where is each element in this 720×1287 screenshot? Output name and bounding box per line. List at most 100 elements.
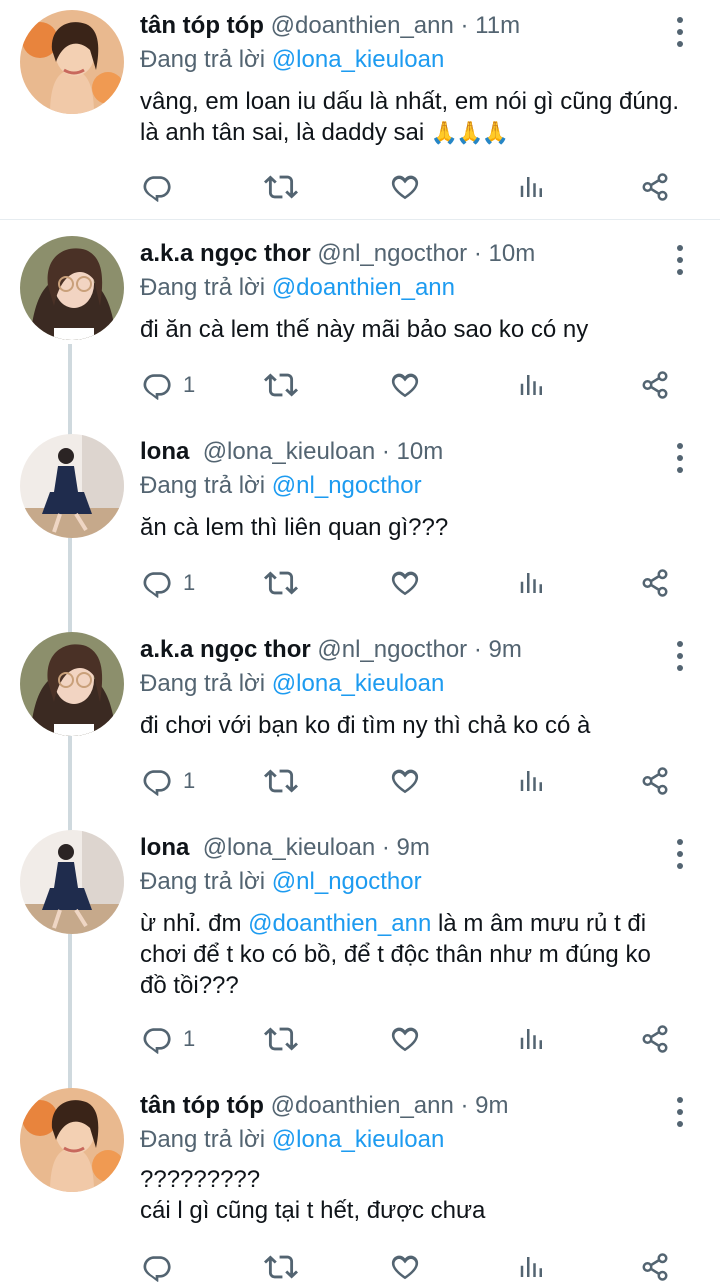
tweet-text: đi ăn cà lem thế này mãi bảo sao ko có n…	[140, 314, 680, 345]
views-icon	[516, 370, 546, 400]
views-button[interactable]	[516, 1019, 546, 1059]
retweet-button[interactable]	[264, 1247, 298, 1287]
handle[interactable]: @doanthien_ann	[271, 12, 454, 39]
emoji: 🙏🙏🙏	[430, 121, 509, 146]
timestamp[interactable]: 10m	[397, 438, 444, 465]
mention-link[interactable]: @lona_kieuloan	[272, 46, 445, 73]
more-icon[interactable]	[668, 240, 692, 280]
handle[interactable]: @nl_ngocthor	[317, 636, 467, 663]
retweet-icon	[264, 170, 298, 204]
mention-link[interactable]: @nl_ngocthor	[272, 472, 422, 499]
reply-button[interactable]	[141, 167, 173, 207]
separator-dot: ·	[473, 636, 482, 663]
share-button[interactable]	[640, 365, 670, 405]
share-button[interactable]	[640, 761, 670, 801]
views-button[interactable]	[516, 1247, 546, 1287]
retweet-button[interactable]	[264, 167, 298, 207]
more-icon[interactable]	[668, 1092, 692, 1132]
handle[interactable]: @lona_kieuloan	[203, 438, 376, 465]
avatar[interactable]	[20, 10, 124, 114]
replying-to: Đang trả lời @lona_kieuloan	[140, 1122, 444, 1158]
avatar[interactable]	[20, 434, 124, 538]
like-button[interactable]	[389, 1247, 421, 1287]
retweet-icon	[264, 368, 298, 402]
mention-link[interactable]: @lona_kieuloan	[272, 1126, 445, 1153]
tweet[interactable]: lona @lona_kieuloan · 10m Đang trả lời @…	[0, 426, 720, 624]
display-name[interactable]: lona	[140, 834, 189, 861]
retweet-button[interactable]	[264, 563, 298, 603]
handle[interactable]: @lona_kieuloan	[203, 834, 376, 861]
more-icon[interactable]	[668, 12, 692, 52]
like-button[interactable]	[389, 761, 421, 801]
replying-label: Đang trả lời	[140, 472, 266, 499]
retweet-button[interactable]	[264, 365, 298, 405]
reply-button[interactable]: 1	[141, 761, 195, 801]
separator-dot: ·	[381, 834, 390, 861]
handle[interactable]: @doanthien_ann	[271, 1092, 454, 1119]
share-button[interactable]	[640, 1019, 670, 1059]
tweet[interactable]: a.k.a ngọc thor @nl_ngocthor · 10m Đang …	[0, 228, 720, 426]
retweet-icon	[264, 764, 298, 798]
more-icon[interactable]	[668, 438, 692, 478]
action-bar: 1	[0, 1019, 720, 1059]
separator-dot: ·	[381, 438, 390, 465]
timestamp[interactable]: 11m	[475, 12, 520, 39]
display-name[interactable]: a.k.a ngọc thor	[140, 240, 311, 267]
handle[interactable]: @nl_ngocthor	[317, 240, 467, 267]
reply-button[interactable]: 1	[141, 563, 195, 603]
avatar[interactable]	[20, 1088, 124, 1192]
tweet[interactable]: lona @lona_kieuloan · 9m Đang trả lời @n…	[0, 822, 720, 1080]
action-bar: 1	[0, 365, 720, 405]
reply-button[interactable]	[141, 1247, 173, 1287]
like-button[interactable]	[389, 563, 421, 603]
tweet[interactable]: tân tóp tóp @doanthien_ann · 11m Đang tr…	[0, 0, 720, 220]
reply-count: 1	[183, 570, 196, 595]
mention-link[interactable]: @nl_ngocthor	[272, 868, 422, 895]
views-button[interactable]	[516, 761, 546, 801]
display-name[interactable]: tân tóp tóp	[140, 1092, 264, 1119]
tweet-text-content: đi chơi với bạn ko đi tìm ny thì chả ko …	[140, 712, 591, 739]
retweet-button[interactable]	[264, 761, 298, 801]
tweet[interactable]: tân tóp tóp @doanthien_ann · 9m Đang trả…	[0, 1080, 720, 1282]
tweet-header: a.k.a ngọc thor @nl_ngocthor · 10m	[140, 236, 535, 272]
display-name[interactable]: a.k.a ngọc thor	[140, 636, 311, 663]
tweet[interactable]: a.k.a ngọc thor @nl_ngocthor · 9m Đang t…	[0, 624, 720, 822]
timestamp[interactable]: 9m	[397, 834, 430, 861]
avatar[interactable]	[20, 830, 124, 934]
views-icon	[516, 766, 546, 796]
share-button[interactable]	[640, 1247, 670, 1287]
like-button[interactable]	[389, 365, 421, 405]
separator-dot: ·	[473, 240, 482, 267]
display-name[interactable]: tân tóp tóp	[140, 12, 264, 39]
reply-icon	[141, 1251, 173, 1283]
avatar[interactable]	[20, 236, 124, 340]
views-button[interactable]	[516, 365, 546, 405]
views-button[interactable]	[516, 167, 546, 207]
reply-icon	[141, 369, 173, 401]
timestamp[interactable]: 10m	[489, 240, 536, 267]
heart-icon	[389, 369, 421, 401]
reply-icon	[141, 567, 173, 599]
avatar[interactable]	[20, 632, 124, 736]
mention-link[interactable]: @lona_kieuloan	[272, 670, 445, 697]
like-button[interactable]	[389, 1019, 421, 1059]
like-button[interactable]	[389, 167, 421, 207]
reply-count: 1	[183, 768, 196, 793]
views-button[interactable]	[516, 563, 546, 603]
more-icon[interactable]	[668, 834, 692, 874]
mention-link[interactable]: @doanthien_ann	[272, 274, 455, 301]
heart-icon	[389, 765, 421, 797]
share-button[interactable]	[640, 563, 670, 603]
share-button[interactable]	[640, 167, 670, 207]
mention-link[interactable]: @doanthien_ann	[248, 910, 431, 937]
retweet-button[interactable]	[264, 1019, 298, 1059]
tweet-text-content: ăn cà lem thì liên quan gì???	[140, 514, 449, 541]
display-name[interactable]: lona	[140, 438, 189, 465]
timestamp[interactable]: 9m	[489, 636, 522, 663]
reply-button[interactable]: 1	[141, 1019, 195, 1059]
more-icon[interactable]	[668, 636, 692, 676]
timestamp[interactable]: 9m	[475, 1092, 508, 1119]
action-bar	[0, 167, 720, 207]
reply-button[interactable]: 1	[141, 365, 195, 405]
replying-label: Đang trả lời	[140, 46, 266, 73]
